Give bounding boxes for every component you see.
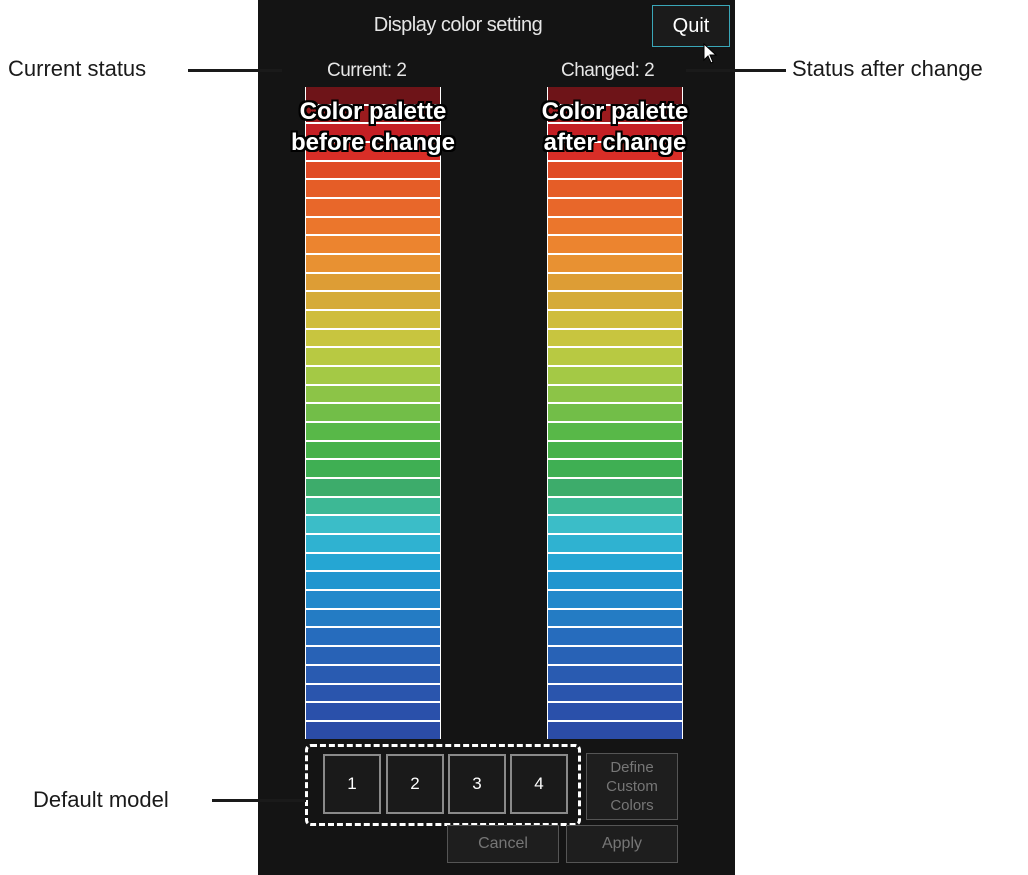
define-label-line1: Define [610, 759, 654, 776]
palette-swatch [306, 217, 440, 235]
default-model-button-3[interactable]: 3 [448, 754, 506, 814]
apply-button[interactable]: Apply [566, 825, 678, 863]
define-custom-colors-label: Define Custom Colors [606, 758, 658, 815]
palette-swatch [306, 647, 440, 664]
palette-swatch [548, 255, 682, 272]
define-label-line3: Colors [610, 797, 654, 814]
palette-swatch [306, 609, 440, 627]
dialog-title: Display color setting [373, 13, 543, 36]
palette-swatch [548, 161, 682, 179]
palette-swatch [548, 703, 682, 720]
cancel-button[interactable]: Cancel [447, 825, 559, 863]
palette-swatch [548, 572, 682, 590]
palette-swatch [548, 647, 682, 664]
palette-before-caption-line1: Color palette [299, 98, 447, 125]
palette-swatch [548, 199, 682, 216]
palette-swatch [548, 628, 682, 646]
default-model-button-1[interactable]: 1 [323, 754, 381, 814]
palette-swatch [306, 385, 440, 403]
palette-swatch [306, 479, 440, 496]
palette-swatch [548, 441, 682, 459]
palette-swatch [548, 516, 682, 534]
palette-swatch [548, 423, 682, 440]
palette-after-change [547, 87, 683, 739]
define-label-line2: Custom [606, 778, 658, 795]
palette-swatch [548, 497, 682, 515]
current-status-text: Current: 2 [327, 60, 407, 81]
palette-swatch [306, 516, 440, 534]
callout-status-after-change: Status after change [792, 56, 983, 81]
palette-before-change [305, 87, 441, 739]
palette-swatch [548, 329, 682, 347]
palette-swatch [548, 311, 682, 328]
palette-after-caption: Color palette after change [505, 96, 725, 158]
palette-swatch [548, 535, 682, 552]
palette-swatch [548, 460, 682, 478]
palette-swatch [548, 553, 682, 571]
palette-swatch [306, 591, 440, 608]
palette-swatch [306, 199, 440, 216]
palette-swatch [548, 385, 682, 403]
palette-swatch [548, 273, 682, 291]
palette-swatch [306, 441, 440, 459]
palette-swatch [306, 292, 440, 310]
palette-swatch [306, 161, 440, 179]
palette-swatch [306, 255, 440, 272]
palette-swatch [306, 628, 440, 646]
define-custom-colors-button[interactable]: Define Custom Colors [586, 753, 678, 820]
palette-swatch [306, 236, 440, 254]
palette-swatch [548, 292, 682, 310]
default-model-button-2[interactable]: 2 [386, 754, 444, 814]
palette-swatch [548, 348, 682, 366]
palette-swatch [306, 497, 440, 515]
palette-swatch [548, 609, 682, 627]
palette-swatch [548, 217, 682, 235]
palette-swatch [306, 367, 440, 384]
callout-status-after-change-line [686, 69, 786, 72]
palette-before-caption: Color palette before change [263, 96, 483, 158]
palette-swatch [548, 684, 682, 702]
palette-swatch [306, 665, 440, 683]
palette-swatch [306, 423, 440, 440]
palette-swatch [306, 404, 440, 422]
callout-default-model-line [212, 799, 306, 802]
quit-button[interactable]: Quit [652, 5, 730, 47]
palette-swatch [306, 553, 440, 571]
palette-swatch [306, 311, 440, 328]
callout-default-model: Default model [33, 787, 169, 812]
palette-swatch [548, 180, 682, 198]
changed-status-text: Changed: 2 [561, 60, 655, 81]
palette-after-caption-line1: Color palette [541, 98, 689, 125]
palette-after-caption-line2: after change [543, 129, 687, 156]
palette-swatch [306, 273, 440, 291]
palette-swatch [306, 460, 440, 478]
default-model-button-4[interactable]: 4 [510, 754, 568, 814]
palette-swatch [306, 721, 440, 739]
palette-swatch [306, 684, 440, 702]
palette-swatch [548, 404, 682, 422]
palette-swatch [306, 572, 440, 590]
palette-swatch [548, 721, 682, 739]
palette-swatch [306, 535, 440, 552]
callout-current-status: Current status [8, 56, 147, 81]
palette-before-caption-line2: before change [290, 129, 456, 156]
palette-swatch [306, 329, 440, 347]
palette-swatch [548, 665, 682, 683]
callout-current-status-line [188, 69, 282, 72]
palette-swatch [306, 703, 440, 720]
palette-swatch [548, 479, 682, 496]
palette-swatch [548, 236, 682, 254]
palette-swatch [548, 591, 682, 608]
mouse-cursor-icon [703, 43, 718, 64]
palette-swatch [306, 180, 440, 198]
palette-swatch [548, 367, 682, 384]
palette-swatch [306, 348, 440, 366]
